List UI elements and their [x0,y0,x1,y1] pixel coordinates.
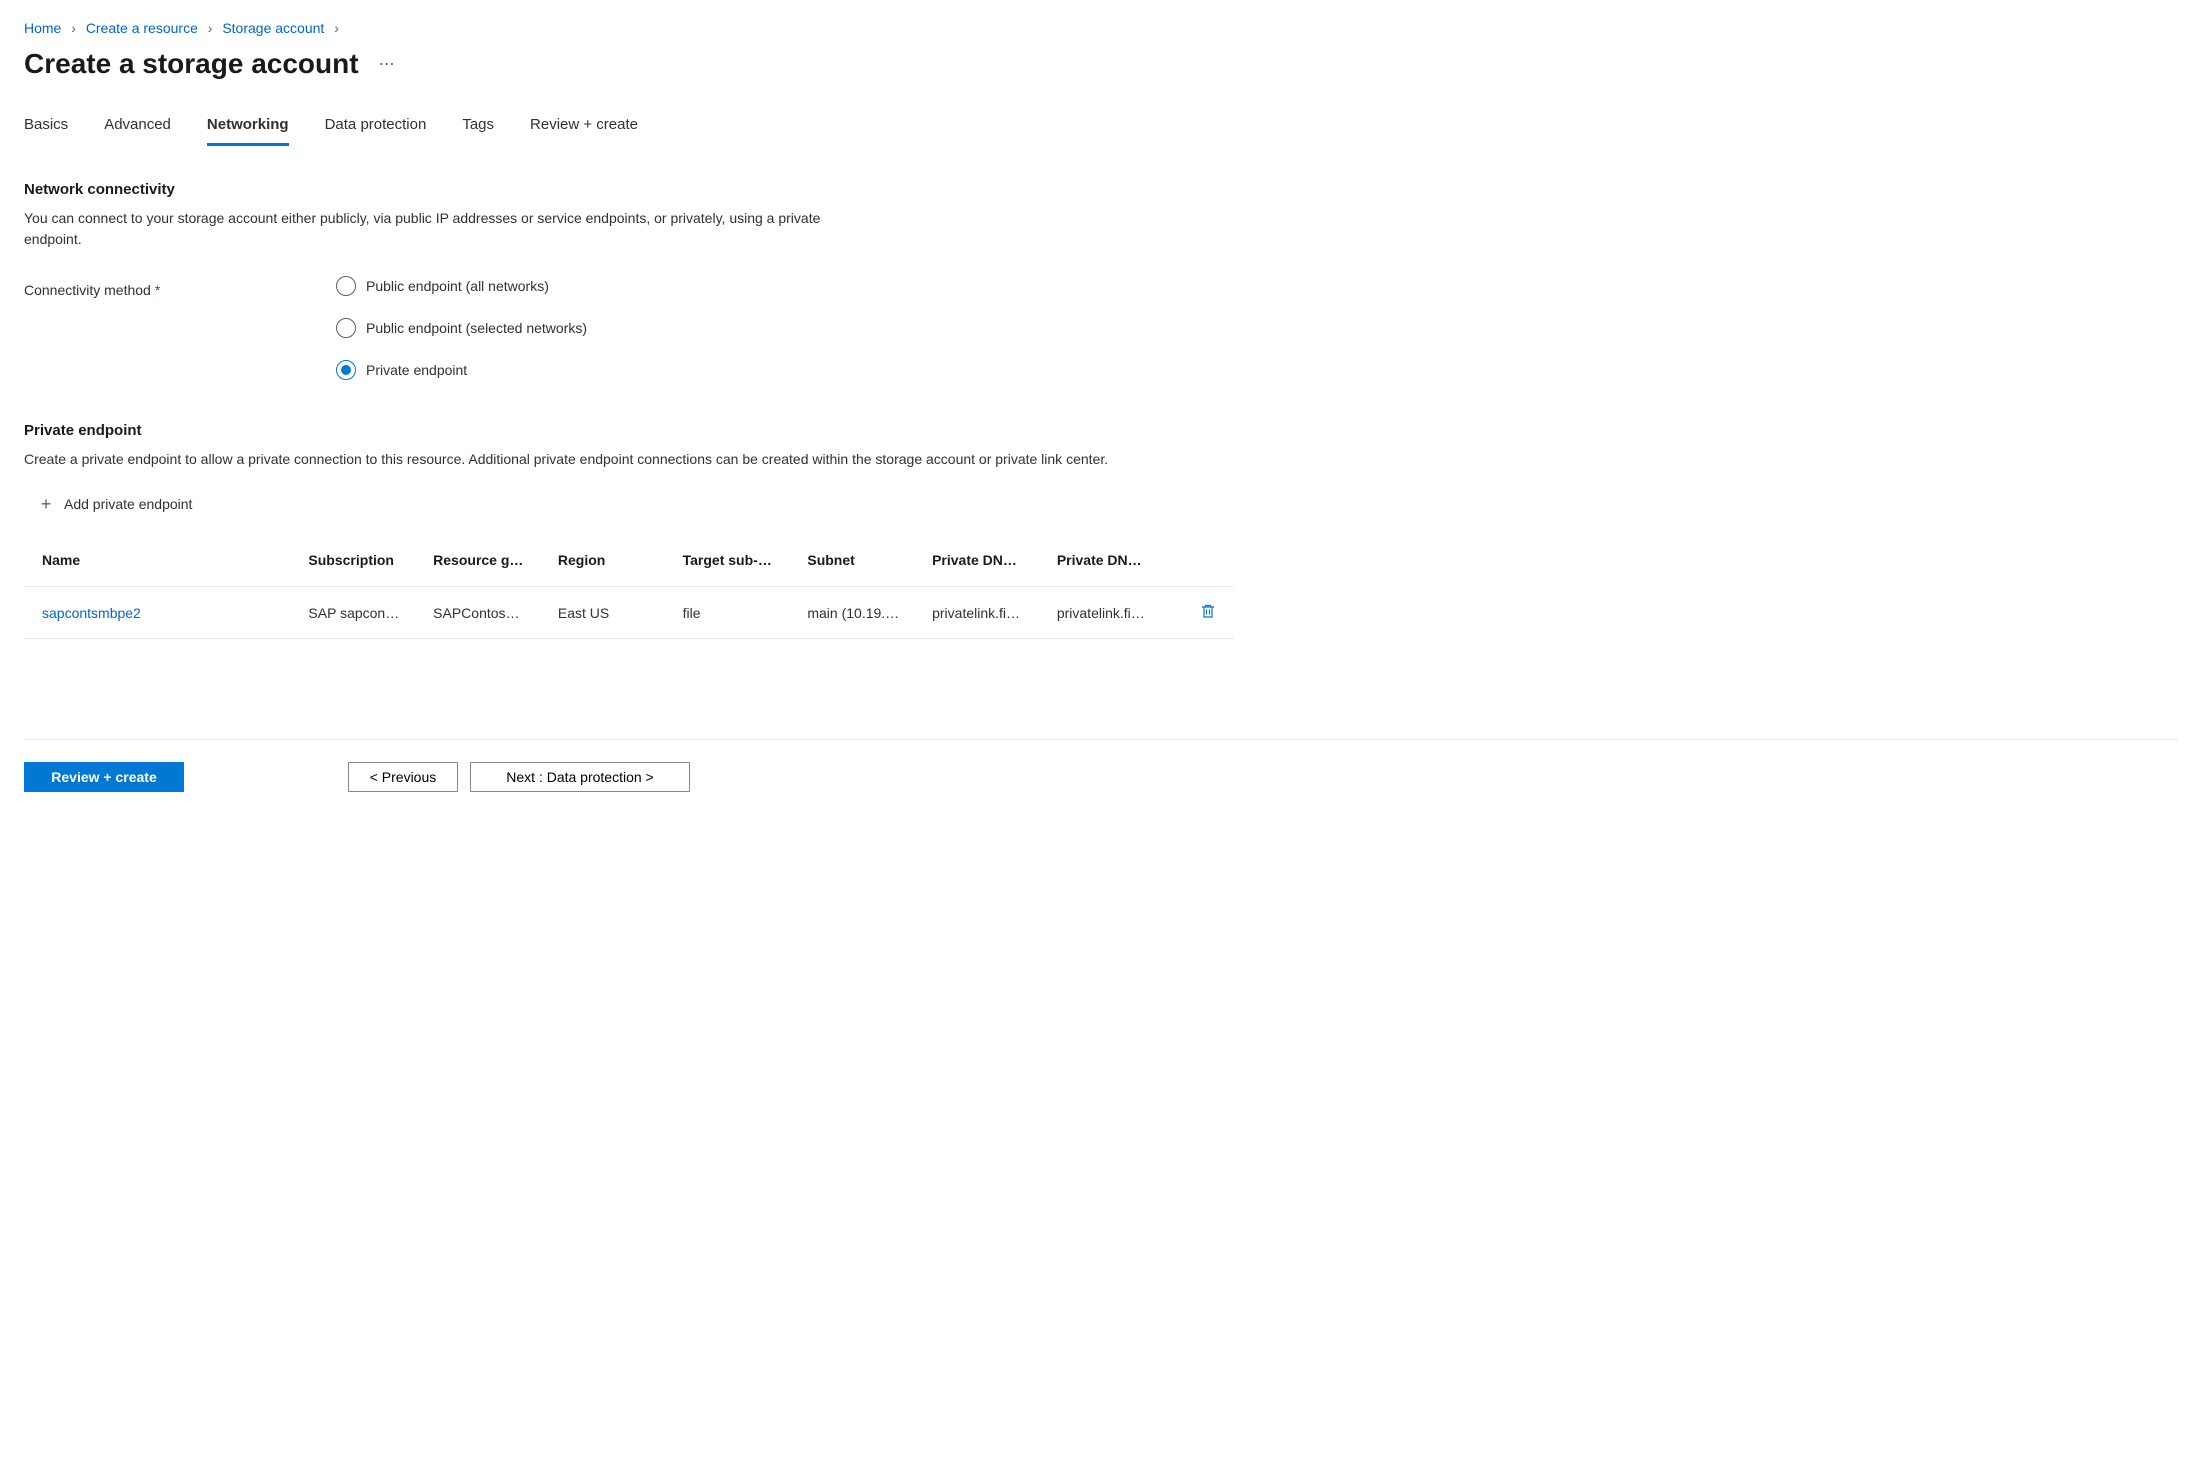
radio-label: Public endpoint (all networks) [366,278,549,294]
plus-icon: + [38,496,54,512]
col-region[interactable]: Region [548,542,673,587]
cell-name[interactable]: sapcontsmbpe2 [24,587,298,639]
cell-subscription: SAP sapcon… [298,587,423,639]
delete-icon[interactable] [1200,603,1216,619]
radio-label: Public endpoint (selected networks) [366,320,587,336]
chevron-right-icon: › [208,20,213,36]
col-target-sub[interactable]: Target sub-… [673,542,798,587]
tab-networking[interactable]: Networking [207,116,289,146]
chevron-right-icon: › [71,20,76,36]
footer: Review + create < Previous Next : Data p… [24,739,2178,792]
radio-public-selected[interactable]: Public endpoint (selected networks) [336,318,587,338]
breadcrumb-home[interactable]: Home [24,20,61,36]
radio-label: Private endpoint [366,362,467,378]
cell-region: East US [548,587,673,639]
radio-public-all[interactable]: Public endpoint (all networks) [336,276,587,296]
cell-resource-group: SAPContos… [423,587,548,639]
network-connectivity-desc: You can connect to your storage account … [24,208,874,250]
breadcrumb: Home › Create a resource › Storage accou… [24,20,2178,36]
network-connectivity-title: Network connectivity [24,181,2178,198]
private-endpoint-title: Private endpoint [24,422,2178,439]
required-star-icon: * [155,282,160,298]
private-endpoint-table: Name Subscription Resource g… Region Tar… [24,542,1234,639]
cell-private-dns2: privatelink.fi… [1047,587,1172,639]
col-private-dns2[interactable]: Private DN… [1047,542,1172,587]
review-create-button[interactable]: Review + create [24,762,184,792]
private-endpoint-desc: Create a private endpoint to allow a pri… [24,449,2178,470]
radio-private-endpoint[interactable]: Private endpoint [336,360,587,380]
col-name[interactable]: Name [24,542,298,587]
col-resource-group[interactable]: Resource g… [423,542,548,587]
connectivity-method-radio-group: Public endpoint (all networks) Public en… [336,276,587,380]
cell-private-dns1: privatelink.fi… [922,587,1047,639]
more-icon[interactable]: ⋯ [379,54,396,74]
tabs: Basics Advanced Networking Data protecti… [24,116,2178,147]
col-subscription[interactable]: Subscription [298,542,423,587]
previous-button[interactable]: < Previous [348,762,458,792]
chevron-right-icon: › [334,20,339,36]
cell-target-sub: file [673,587,798,639]
connectivity-method-label: Connectivity method* [24,276,336,298]
cell-subnet: main (10.19.… [797,587,922,639]
tab-basics[interactable]: Basics [24,116,68,146]
next-button[interactable]: Next : Data protection > [470,762,690,792]
col-subnet[interactable]: Subnet [797,542,922,587]
tab-advanced[interactable]: Advanced [104,116,171,146]
radio-icon [336,360,356,380]
breadcrumb-create-resource[interactable]: Create a resource [86,20,198,36]
add-private-endpoint-label: Add private endpoint [64,496,192,512]
radio-icon [336,276,356,296]
tab-data-protection[interactable]: Data protection [325,116,427,146]
tab-review-create[interactable]: Review + create [530,116,638,146]
col-private-dns1[interactable]: Private DN… [922,542,1047,587]
radio-icon [336,318,356,338]
table-row[interactable]: sapcontsmbpe2 SAP sapcon… SAPContos… Eas… [24,587,1234,639]
add-private-endpoint-button[interactable]: + Add private endpoint [38,496,192,512]
breadcrumb-storage-account[interactable]: Storage account [222,20,324,36]
tab-tags[interactable]: Tags [462,116,494,146]
page-title: Create a storage account [24,48,359,80]
